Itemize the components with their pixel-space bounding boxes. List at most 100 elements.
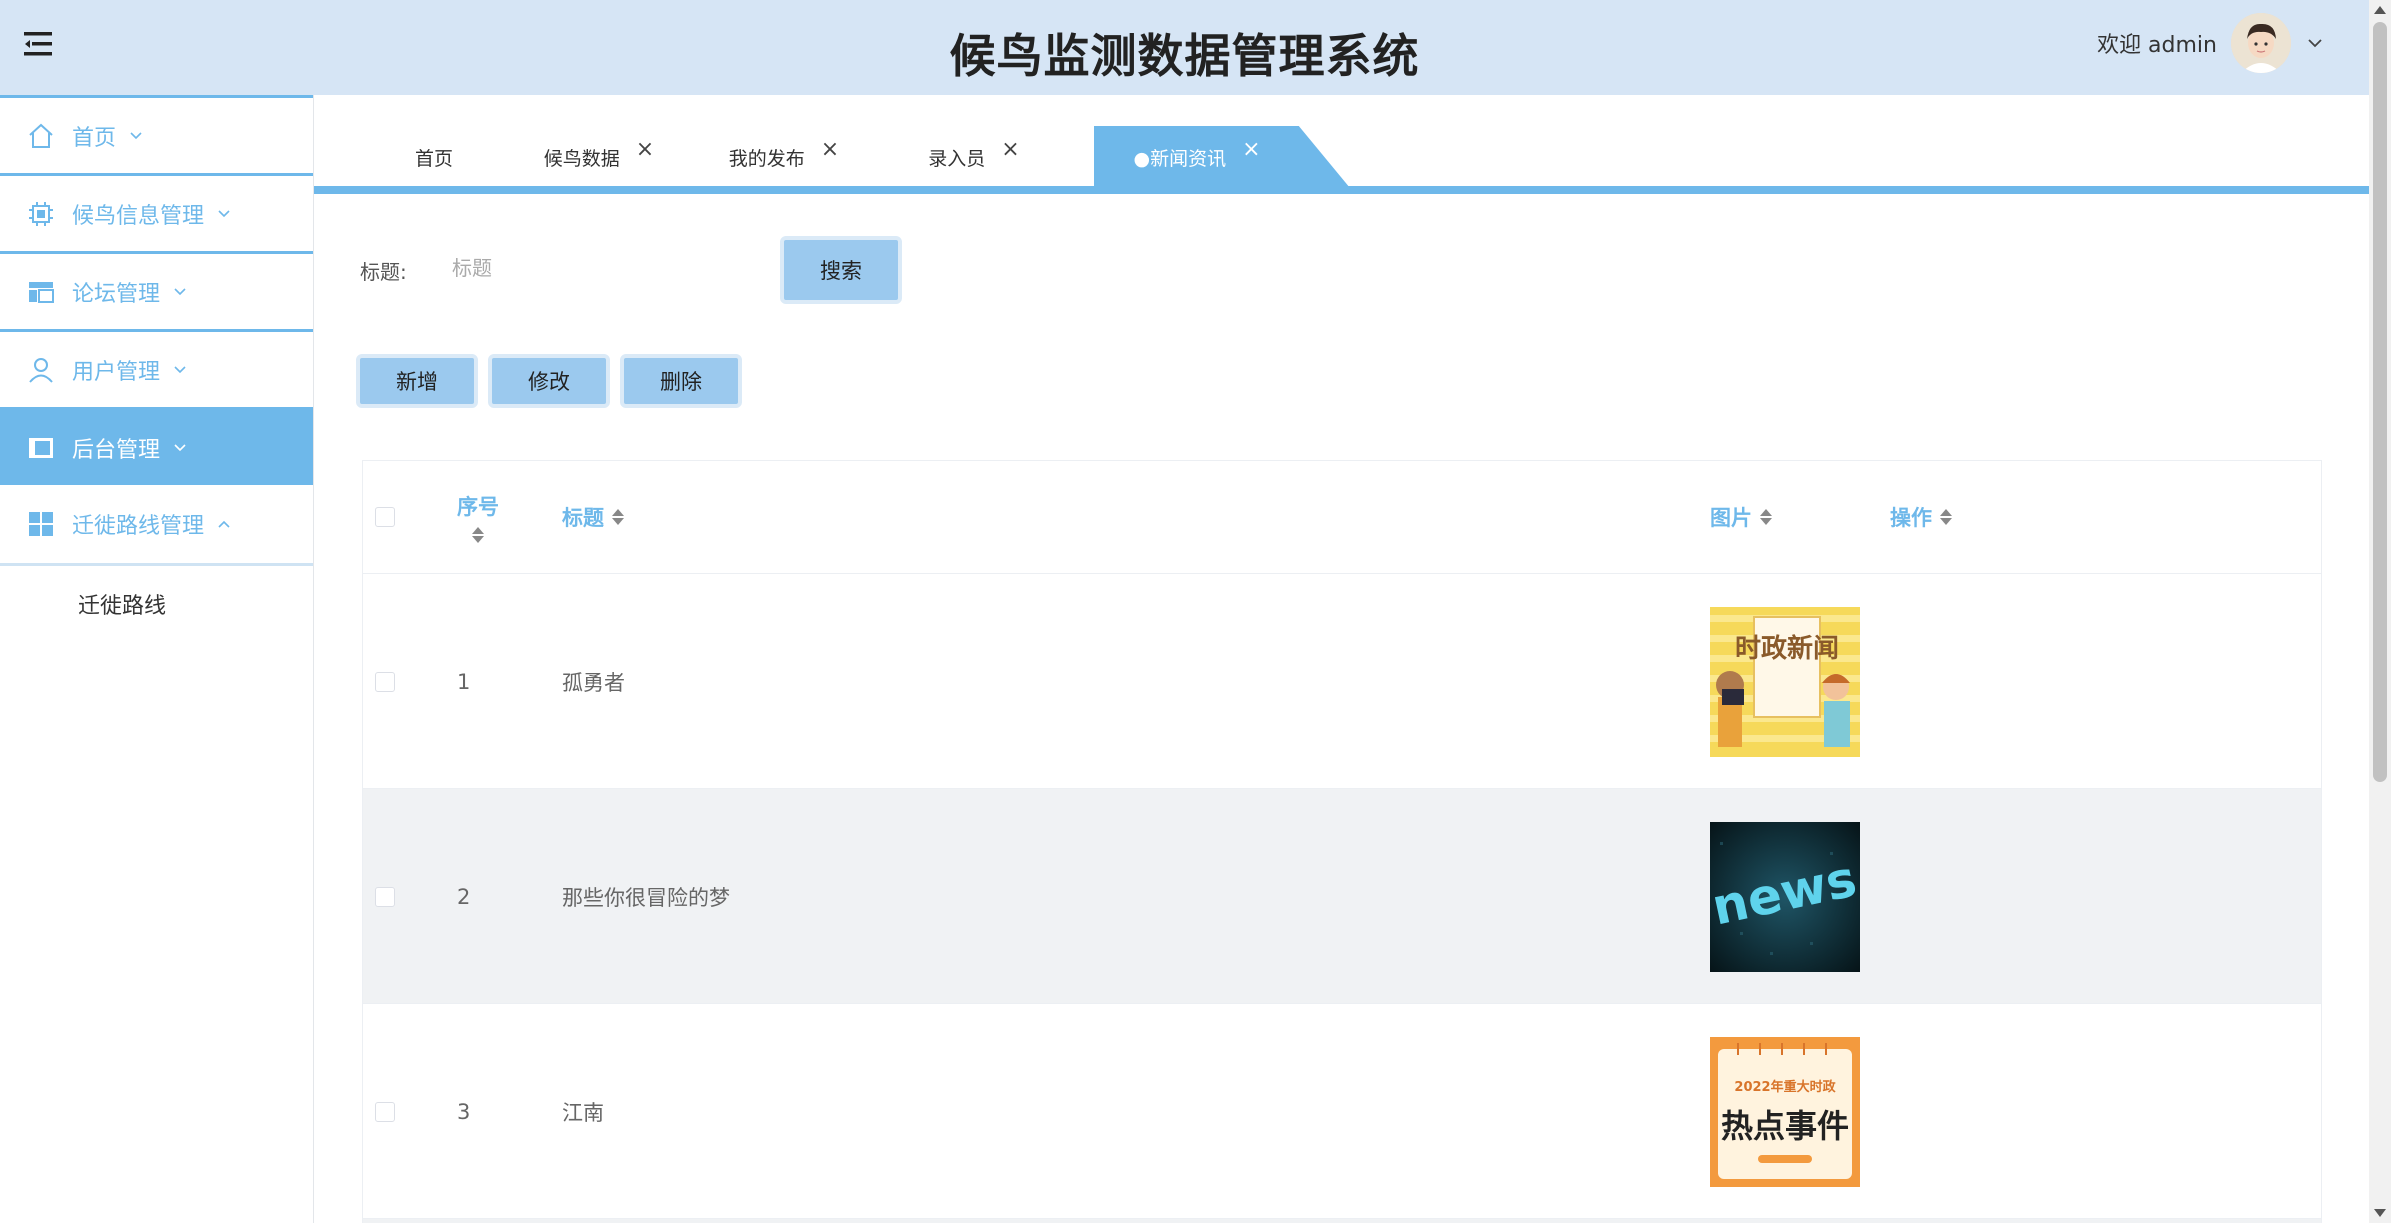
search-input[interactable] [440, 246, 770, 290]
table-row [363, 1218, 2321, 1223]
page-scrollbar[interactable] [2369, 0, 2391, 1223]
close-icon[interactable]: × [1242, 137, 1260, 162]
row-checkbox[interactable] [375, 671, 395, 692]
thumb-text: 热点事件 [1721, 1107, 1849, 1145]
sidebar-item-label: 用户管理 [72, 359, 161, 385]
news-table: 序号 标题 图片 操作 1 孤勇者 时政新闻 2 那些你很冒险的梦 news 3… [362, 460, 2322, 1223]
panel-icon [29, 437, 53, 458]
welcome-text: 欢迎 admin [2097, 33, 2217, 58]
table-row[interactable]: 3 江南 2022年重大时政 热点事件 [363, 1003, 2321, 1218]
row-image-cell: 2022年重大时政 热点事件 [1710, 1004, 1860, 1219]
th-ops-label: 操作 [1890, 506, 1932, 530]
sort-icon[interactable] [1760, 509, 1772, 525]
row-title: 那些你很冒险的梦 [562, 885, 730, 910]
th-ops[interactable]: 操作 [1890, 461, 1952, 573]
th-image-label: 图片 [1710, 506, 1752, 530]
scroll-up-icon[interactable] [2374, 6, 2386, 14]
sidebar: 首页 候鸟信息管理 论坛管理 用户管理 后台管理 迁徙路线管理 迁徙路线 [0, 95, 314, 1223]
tab-home[interactable]: 首页 [364, 126, 504, 188]
news-thumbnail[interactable]: 时政新闻 [1710, 606, 1860, 757]
sort-icon[interactable] [612, 509, 624, 525]
news-thumbnail[interactable]: 2022年重大时政 热点事件 [1710, 1036, 1860, 1187]
news-thumbnail[interactable]: news [1710, 821, 1860, 972]
tab-label: 我的发布 [728, 147, 805, 170]
row-title: 孤勇者 [562, 670, 625, 695]
sidebar-subitem-migration-route[interactable]: 迁徙路线 [0, 563, 313, 641]
tab-bird-data[interactable]: 候鸟数据 × [524, 126, 674, 188]
sidebar-item-label: 论坛管理 [72, 281, 161, 307]
row-index: 3 [457, 1099, 471, 1124]
tab-bar: 首页 候鸟数据 × 我的发布 × 录入员 × ●新闻资讯 × [314, 126, 2369, 194]
sidebar-item-home[interactable]: 首页 [0, 95, 313, 173]
sidebar-item-label: 候鸟信息管理 [72, 203, 205, 229]
scroll-down-icon[interactable] [2374, 1209, 2386, 1217]
home-icon [29, 123, 53, 148]
row-select-cell [375, 789, 395, 1004]
search-label: 标题: [360, 260, 407, 284]
sidebar-item-bird-info[interactable]: 候鸟信息管理 [0, 173, 313, 251]
table-header: 序号 标题 图片 操作 [363, 461, 2321, 573]
table-row[interactable]: 2 那些你很冒险的梦 news [363, 788, 2321, 1003]
tab-news[interactable]: ●新闻资讯 × [1094, 126, 1350, 188]
tab-label: ●新闻资讯 [1133, 147, 1227, 170]
row-select-cell [375, 574, 395, 789]
row-title: 江南 [562, 1100, 604, 1125]
scrollbar-thumb[interactable] [2373, 22, 2387, 782]
chevron-down-icon[interactable] [2305, 33, 2325, 53]
tab-recorder[interactable]: 录入员 × [909, 126, 1039, 188]
th-image[interactable]: 图片 [1710, 461, 1772, 573]
sidebar-item-label: 后台管理 [72, 437, 161, 463]
chevron-down-icon [174, 365, 186, 373]
tab-underline [314, 186, 2369, 194]
sidebar-subitem-label: 迁徙路线 [78, 593, 167, 619]
grid-icon [29, 512, 53, 536]
chip-icon [29, 201, 53, 226]
user-icon [29, 357, 53, 383]
add-button[interactable]: 新增 [356, 354, 478, 408]
th-title[interactable]: 标题 [562, 461, 624, 573]
avatar[interactable] [2231, 13, 2291, 73]
sidebar-item-forum[interactable]: 论坛管理 [0, 251, 313, 329]
chevron-up-icon [218, 520, 230, 528]
layout-icon [29, 281, 54, 303]
tab-label: 候鸟数据 [543, 147, 620, 170]
chevron-down-icon [218, 209, 230, 217]
row-checkbox[interactable] [375, 1101, 395, 1122]
row-checkbox[interactable] [375, 886, 395, 907]
table-row[interactable]: 1 孤勇者 时政新闻 [363, 573, 2321, 788]
select-all-checkbox[interactable] [375, 507, 395, 527]
close-icon[interactable]: × [1001, 137, 1019, 162]
tab-label: 录入员 [928, 147, 986, 170]
sidebar-item-users[interactable]: 用户管理 [0, 329, 313, 407]
sidebar-item-migration[interactable]: 迁徙路线管理 [0, 485, 313, 563]
th-title-label: 标题 [562, 506, 604, 530]
chevron-down-icon [130, 131, 142, 139]
delete-button[interactable]: 删除 [620, 354, 742, 408]
thumb-text: 2022年重大时政 [1734, 1079, 1836, 1095]
row-index: 1 [457, 669, 471, 694]
edit-button[interactable]: 修改 [488, 354, 610, 408]
row-image-cell: news [1710, 789, 1860, 1004]
sidebar-item-backend[interactable]: 后台管理 [0, 407, 313, 485]
row-select-cell [375, 1004, 395, 1219]
close-icon[interactable]: × [636, 137, 654, 162]
th-index[interactable]: 序号 [457, 461, 499, 573]
chevron-down-icon [174, 287, 186, 295]
th-index-label: 序号 [457, 495, 499, 519]
top-header: 候鸟监测数据管理系统 欢迎 admin [0, 0, 2369, 95]
thumb-text: 时政新闻 [1735, 633, 1839, 664]
tab-label: 首页 [414, 147, 453, 170]
row-index: 2 [457, 884, 471, 909]
sort-icon[interactable] [1940, 509, 1952, 525]
tab-my-posts[interactable]: 我的发布 × [709, 126, 859, 188]
page-title: 候鸟监测数据管理系统 [949, 29, 1420, 83]
select-all-cell [375, 461, 395, 573]
sidebar-item-label: 迁徙路线管理 [72, 514, 205, 539]
sort-icon[interactable] [472, 527, 484, 543]
sidebar-item-label: 首页 [72, 125, 117, 151]
user-menu[interactable]: 欢迎 admin [2097, 12, 2325, 74]
row-image-cell: 时政新闻 [1710, 574, 1860, 789]
chevron-down-icon [174, 443, 186, 451]
search-button[interactable]: 搜索 [780, 236, 902, 304]
close-icon[interactable]: × [821, 137, 839, 162]
